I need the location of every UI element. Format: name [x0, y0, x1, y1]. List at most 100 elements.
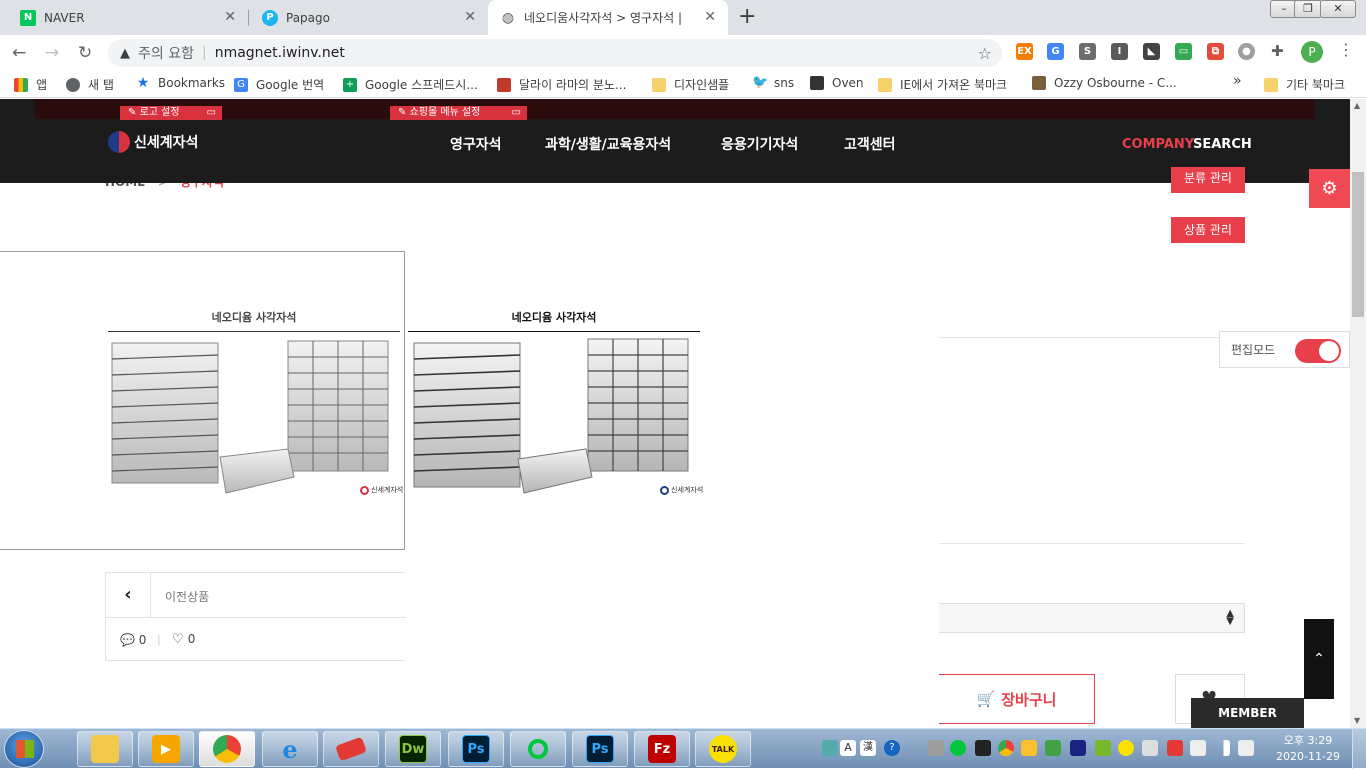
close-icon[interactable]: ✕ [464, 9, 476, 25]
extensions-puzzle-icon[interactable]: ✚ [1271, 42, 1284, 60]
bookmark-ozzy[interactable]: Ozzy Osbourne - C... [1032, 76, 1177, 90]
close-icon[interactable]: ✕ [704, 9, 716, 25]
help-icon[interactable]: ? [884, 740, 900, 756]
tray-icon[interactable] [1045, 740, 1061, 756]
forward-arrow-icon[interactable]: → [45, 43, 59, 63]
bookmark-google-translate[interactable]: G Google 번역 [234, 76, 324, 93]
chevron-left-icon[interactable]: ‹ [106, 573, 151, 617]
menu-setting-button[interactable]: ✎ 쇼핑몰 메뉴 설정 ▭ [390, 106, 527, 120]
member-button[interactable]: MEMBER [1191, 698, 1304, 728]
extension-icon[interactable]: ◣ [1143, 43, 1160, 60]
logo-setting-button[interactable]: ✎ 로고 설정 ▭ [120, 106, 222, 120]
tab-papago[interactable]: P Papago ✕ [242, 0, 488, 35]
settings-gear-icon[interactable]: ⚙ [1309, 169, 1350, 208]
like-count[interactable]: ♡ 0 [172, 632, 195, 647]
menu-science-magnets[interactable]: 과학/생활/교육용자석 [545, 134, 671, 154]
close-icon[interactable]: ✕ [224, 9, 236, 25]
site-logo[interactable]: 신세계자석 [108, 131, 198, 153]
profile-avatar[interactable]: P [1301, 41, 1323, 63]
tray-icon[interactable] [1167, 740, 1183, 756]
scroll-top-button[interactable]: ⌃ [1304, 619, 1334, 699]
clock[interactable]: 오후 3:29 2020-11-29 [1270, 733, 1346, 765]
taskbar-kakaotalk[interactable]: TALK [695, 731, 751, 767]
bookmark-bookmarks[interactable]: ★ Bookmarks [136, 76, 225, 90]
menu-permanent-magnets[interactable]: 영구자석 [450, 134, 502, 154]
option-select[interactable]: ▲ ▼ [939, 603, 1245, 633]
extension-s-icon[interactable]: S [1079, 43, 1096, 60]
bookmark-dalai-lama[interactable]: 달라이 라마의 분노... [497, 76, 626, 93]
taskbar-media[interactable]: ▶ [138, 731, 194, 767]
company-link[interactable]: COMPANY [1122, 137, 1194, 152]
speaker-icon[interactable] [1142, 740, 1158, 756]
show-desktop-button[interactable] [1352, 729, 1366, 769]
tray-icon[interactable] [1070, 740, 1086, 756]
volume-icon[interactable] [1238, 740, 1254, 756]
bookmark-apps[interactable]: 앱 [14, 76, 47, 93]
taskbar-explorer[interactable] [77, 731, 133, 767]
extension-icon[interactable]: ▭ [1175, 43, 1192, 60]
extension-icon[interactable]: ⧉ [1207, 43, 1224, 60]
ime-icon[interactable]: A [840, 740, 856, 756]
extension-avatar-icon[interactable]: ● [1238, 43, 1255, 60]
tray-icon[interactable] [1190, 740, 1206, 756]
taskbar-chrome[interactable] [199, 731, 255, 767]
menu-device-magnets[interactable]: 응용기기자석 [721, 134, 798, 154]
restore-button[interactable]: ❐ [1294, 0, 1322, 18]
reload-icon[interactable]: ↻ [78, 43, 92, 63]
add-to-cart-button[interactable]: 🛒 장바구니 [939, 674, 1095, 724]
bookmark-star-icon[interactable]: ☆ [978, 44, 992, 63]
chrome-tray-icon[interactable] [998, 740, 1014, 756]
utorrent-icon[interactable] [1095, 740, 1111, 756]
url-text[interactable]: nmagnet.iwinv.net [215, 45, 345, 61]
bookmark-google-sheets[interactable]: + Google 스프레드시... [343, 76, 478, 93]
comment-count[interactable]: 💬 0 [120, 633, 146, 647]
line-icon[interactable] [950, 740, 966, 756]
taskbar-dreamweaver[interactable]: Dw [385, 731, 441, 767]
kakaotalk-tray-icon[interactable] [1118, 740, 1134, 756]
magnet-product-image[interactable] [108, 337, 398, 497]
network-signal-icon[interactable] [1214, 740, 1230, 756]
bookmark-other[interactable]: 기타 북마크 [1264, 76, 1345, 93]
bookmarks-overflow-button[interactable]: » [1233, 73, 1242, 89]
bookmark-new-tab[interactable]: 새 탭 [66, 76, 114, 93]
taskbar-ie[interactable]: e [262, 731, 318, 767]
start-button[interactable] [4, 730, 44, 768]
product-manage-button[interactable]: 상품 관리 [1171, 217, 1245, 243]
category-manage-button[interactable]: 분류 관리 [1171, 167, 1245, 193]
taskbar-photoshop[interactable]: Ps [448, 731, 504, 767]
taskbar-filezilla[interactable]: Fz [634, 731, 690, 767]
bookmark-ie-imported[interactable]: IE에서 가져온 북마크 [878, 76, 1007, 93]
security-warning-text[interactable]: 주의 요함 [138, 43, 194, 63]
window-close-button[interactable]: ✕ [1320, 0, 1356, 18]
bookmark-design-samples[interactable]: 디자인샘플 [652, 76, 729, 93]
tray-icon[interactable] [822, 740, 838, 756]
translate-extension-icon[interactable]: G [1047, 43, 1064, 60]
tab-naver[interactable]: N NAVER ✕ [0, 0, 248, 35]
warning-icon: ▲ [120, 45, 130, 61]
tray-icon[interactable] [1021, 740, 1037, 756]
extension-i-icon[interactable]: I [1111, 43, 1128, 60]
tab-current-page[interactable]: ◍ 네오디움사각자석 > 영구자석 | ✕ [488, 0, 728, 35]
taskbar-green-app[interactable] [510, 731, 566, 767]
bookmark-oven[interactable]: Oven [810, 76, 864, 90]
bookmark-sns[interactable]: 🐦 sns [752, 76, 794, 91]
scroll-down-arrow-icon[interactable]: ▼ [1354, 716, 1360, 725]
hanja-icon[interactable]: 漢 [860, 740, 876, 756]
taskbar-eraser[interactable] [323, 731, 379, 767]
back-arrow-icon[interactable]: ← [12, 43, 26, 63]
menu-customer-center[interactable]: 고객센터 [844, 134, 896, 154]
menu-kebab-icon[interactable]: ⋮ [1338, 40, 1354, 59]
photoshop-icon-2: Ps [586, 735, 614, 763]
tray-icon[interactable] [928, 740, 944, 756]
magnet-product-image[interactable] [410, 337, 700, 497]
scrollbar-thumb[interactable] [1352, 172, 1364, 317]
prev-product-link[interactable]: 이전상품 [165, 588, 209, 605]
address-bar[interactable]: ▲ 주의 요함 | nmagnet.iwinv.net ☆ [108, 39, 1002, 67]
tray-icon[interactable] [975, 740, 991, 756]
extension-icon[interactable]: EX [1016, 43, 1033, 60]
search-link[interactable]: SEARCH [1193, 137, 1252, 152]
taskbar-photoshop-2[interactable]: Ps [572, 731, 628, 767]
scroll-up-arrow-icon[interactable]: ▲ [1354, 101, 1360, 110]
new-tab-button[interactable]: + [738, 4, 756, 29]
edit-mode-toggle[interactable] [1295, 339, 1341, 363]
